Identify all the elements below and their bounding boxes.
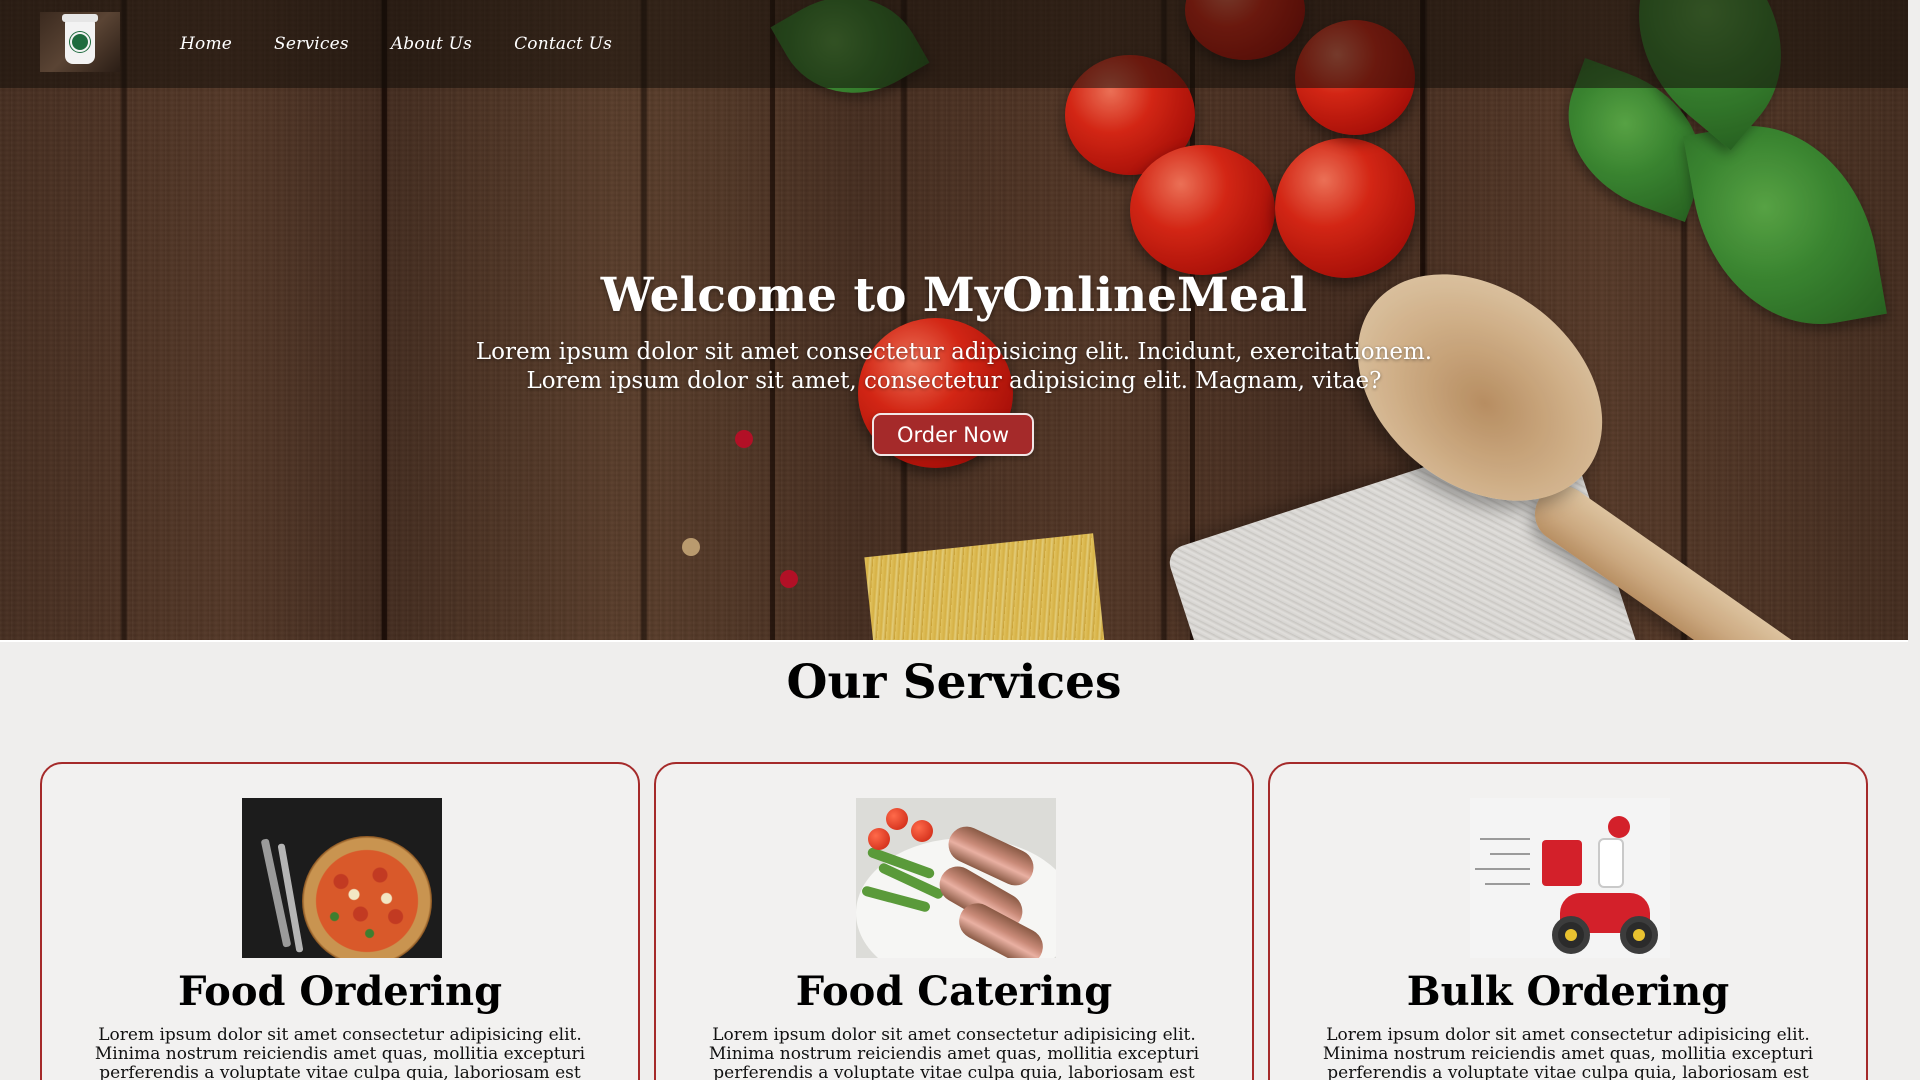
pizza-image <box>242 798 442 958</box>
nav-link-services[interactable]: Services <box>274 34 349 54</box>
service-card-food-catering: Food Catering Lorem ipsum dolor sit amet… <box>654 762 1254 1080</box>
hero-subtitle: Lorem ipsum dolor sit amet consectetur a… <box>0 338 1908 396</box>
hero-subtitle-line: Lorem ipsum dolor sit amet consectetur a… <box>475 339 1433 365</box>
service-card-text: Lorem ipsum dolor sit amet consectetur a… <box>708 1025 1200 1080</box>
service-card-title: Bulk Ordering <box>1406 968 1730 1015</box>
service-card-title: Food Catering <box>795 968 1113 1015</box>
service-card-food-ordering: Food Ordering Lorem ipsum dolor sit amet… <box>40 762 640 1080</box>
navbar: Home Services About Us Contact Us <box>0 0 1908 88</box>
service-card-text: Lorem ipsum dolor sit amet consectetur a… <box>1322 1025 1814 1080</box>
coffee-cup-icon <box>62 14 98 64</box>
nav-link-contact-us[interactable]: Contact Us <box>514 34 612 54</box>
order-now-button[interactable]: Order Now <box>872 413 1034 456</box>
logo[interactable] <box>40 12 120 72</box>
hero-title: Welcome to MyOnlineMeal <box>600 268 1308 323</box>
service-card-title: Food Ordering <box>177 968 503 1015</box>
nav-link-home[interactable]: Home <box>180 34 232 54</box>
nav-links: Home Services About Us Contact Us <box>180 0 654 88</box>
service-card-bulk-ordering: Bulk Ordering Lorem ipsum dolor sit amet… <box>1268 762 1868 1080</box>
services-title: Our Services <box>786 655 1122 710</box>
steak-plate-image <box>856 798 1056 958</box>
hero-section: Welcome to MyOnlineMeal Lorem ipsum dolo… <box>0 0 1908 642</box>
hero-subtitle-line: Lorem ipsum dolor sit amet, consectetur … <box>526 368 1382 394</box>
delivery-scooter-image <box>1470 798 1670 958</box>
nav-link-about-us[interactable]: About Us <box>391 34 472 54</box>
service-card-text: Lorem ipsum dolor sit amet consectetur a… <box>94 1025 586 1080</box>
